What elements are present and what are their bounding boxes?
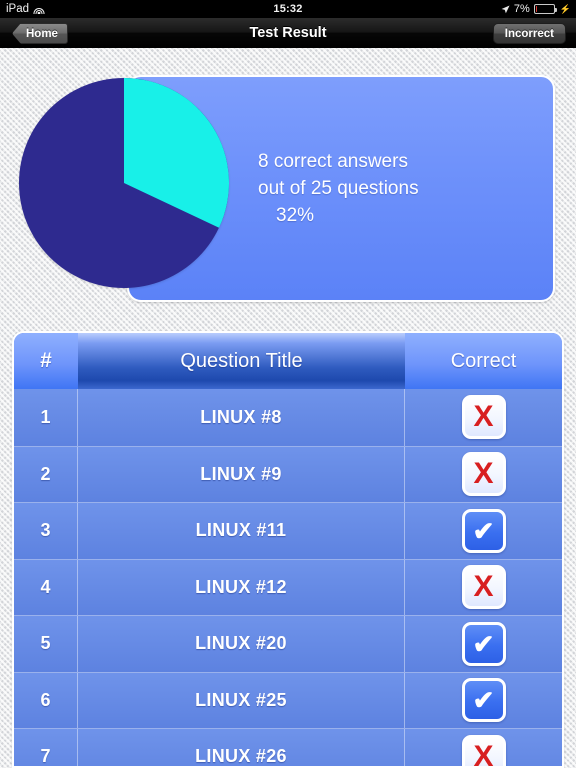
row-question-title: LINUX #26 [78,729,405,766]
row-number: 6 [14,672,78,728]
table-row[interactable]: 5 LINUX #20 ✔ [14,615,562,672]
status-bar: iPad 15:32 7% ⚡ [0,0,576,18]
row-correct-cell: X [405,729,562,766]
status-bar-right: 7% ⚡ [501,3,571,15]
row-correct-cell: X [405,447,562,503]
wifi-icon [33,5,45,14]
lightning-bolt-icon: ⚡ [559,3,571,14]
check-icon: ✔ [461,678,506,723]
result-summary-text: 8 correct answers out of 25 questions 32… [258,148,538,229]
row-question-title: LINUX #8 [78,389,405,446]
table-row[interactable]: 6 LINUX #25 ✔ [14,671,562,729]
row-question-title: LINUX #25 [78,672,405,728]
row-number: 2 [14,446,78,502]
column-header-correct: Correct [405,333,562,389]
row-number: 7 [14,729,78,766]
row-question-title: LINUX #20 [78,616,405,672]
table-row[interactable]: 4 LINUX #12 X [14,558,562,616]
battery-icon [533,4,557,14]
status-bar-clock: 15:32 [273,3,303,15]
row-number: 1 [14,389,78,446]
incorrect-filter-button[interactable]: Incorrect [492,23,566,44]
row-number: 4 [14,559,78,615]
table-row[interactable]: 2 LINUX #9 X [14,445,562,503]
column-header-question-title: Question Title [78,333,405,389]
row-question-title: LINUX #9 [78,446,405,502]
table-body: 1 LINUX #8 X 2 LINUX #9 X 3 LINUX #11 ✔ 4 LINUX #1… [14,389,562,766]
incorrect-filter-label: Incorrect [504,27,554,40]
cross-icon: X [461,734,506,766]
row-number: 5 [14,616,78,672]
row-number: 3 [14,503,78,559]
summary-line-2: out of 25 questions [258,178,419,199]
page-title: Test Result [249,25,327,41]
cross-icon: X [461,452,506,497]
column-header-number: # [14,333,78,389]
location-arrow-icon [501,5,510,14]
navigation-bar: Home Test Result Incorrect [0,18,576,48]
status-bar-left: iPad [6,3,45,15]
table-row[interactable]: 3 LINUX #11 ✔ [14,502,562,559]
table-row[interactable]: 1 LINUX #8 X [14,389,562,446]
row-correct-cell: X [405,560,562,616]
table-header-row: # Question Title Correct [14,333,562,389]
summary-line-1: 8 correct answers [258,151,408,172]
cross-icon: X [461,565,506,610]
pie-chart-svg [19,78,229,288]
row-correct-cell: ✔ [405,503,562,559]
battery-fill [535,6,538,12]
check-icon: ✔ [461,508,506,553]
check-icon: ✔ [461,621,506,666]
row-correct-cell: ✔ [405,616,562,672]
device-label: iPad [6,3,30,15]
row-question-title: LINUX #12 [78,559,405,615]
results-table: # Question Title Correct 1 LINUX #8 X 2 LINU… [12,331,564,768]
table-row[interactable]: 7 LINUX #26 X [14,728,562,766]
summary-line-3-percent: 32% [276,205,315,226]
cross-icon: X [461,395,506,440]
row-correct-cell: X [405,389,562,446]
result-pie-chart [19,78,229,288]
battery-percent-label: 7% [513,3,530,15]
row-correct-cell: ✔ [405,673,562,729]
row-question-title: LINUX #11 [78,503,405,559]
